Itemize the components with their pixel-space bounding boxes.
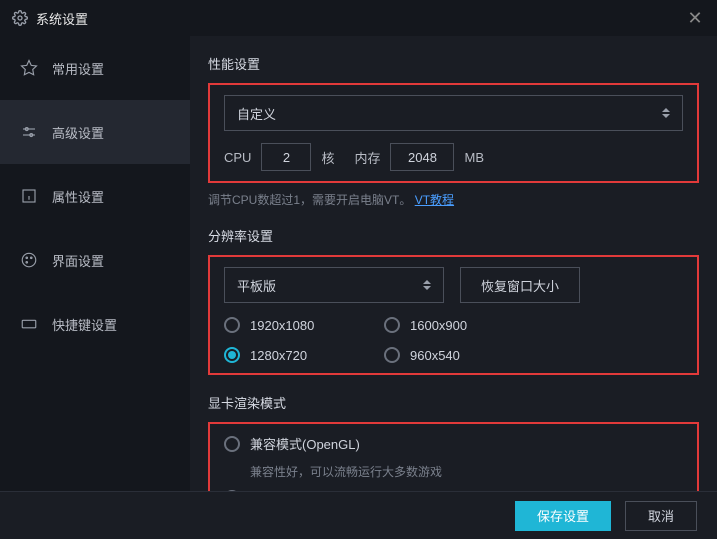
radio-icon	[224, 317, 240, 333]
sidebar-item-label: 快捷键设置	[52, 315, 117, 334]
gear-icon	[12, 10, 28, 26]
section-render: 显卡渲染模式 兼容模式(OpenGL)兼容性好，可以流畅运行大多数游戏增强兼容模…	[208, 393, 699, 491]
radio-label: 1920x1080	[250, 318, 314, 333]
sliders-icon	[20, 123, 38, 141]
mem-input[interactable]	[390, 143, 454, 171]
save-button[interactable]: 保存设置	[515, 501, 611, 531]
section-performance: 性能设置 自定义 CPU 核 内存 MB 调节CPU数超过1，需要开启电脑VT。…	[208, 54, 699, 208]
radio-label: 1280x720	[250, 348, 307, 363]
content: 性能设置 自定义 CPU 核 内存 MB 调节CPU数超过1，需要开启电脑VT。…	[190, 36, 717, 491]
highlight-box: 平板版 恢复窗口大小 1920x1080 1600x900 1280x720 960x…	[208, 255, 699, 375]
palette-icon	[20, 251, 38, 269]
keyboard-icon	[20, 315, 38, 333]
sidebar-item-label: 常用设置	[52, 59, 104, 78]
mem-unit: MB	[464, 150, 484, 165]
sidebar-item-label: 属性设置	[52, 187, 104, 206]
info-icon	[20, 187, 38, 205]
chevron-updown-icon	[423, 280, 431, 290]
resolution-option[interactable]: 960x540	[384, 347, 544, 363]
cpu-input[interactable]	[261, 143, 311, 171]
radio-icon	[384, 347, 400, 363]
sidebar-item-label: 高级设置	[52, 123, 104, 142]
highlight-box: 自定义 CPU 核 内存 MB	[208, 83, 699, 183]
sidebar-item-shortcuts[interactable]: 快捷键设置	[0, 292, 190, 356]
section-title: 性能设置	[208, 54, 699, 73]
reset-window-button[interactable]: 恢复窗口大小	[460, 267, 580, 303]
sidebar: 常用设置 高级设置 属性设置 界面设置 快捷键设置	[0, 36, 190, 491]
radio-label: 960x540	[410, 348, 460, 363]
cancel-button[interactable]: 取消	[625, 501, 697, 531]
section-title: 显卡渲染模式	[208, 393, 699, 412]
cpu-label: CPU	[224, 150, 251, 165]
radio-icon	[224, 436, 240, 452]
radio-icon	[384, 317, 400, 333]
resolution-option[interactable]: 1280x720	[224, 347, 384, 363]
sidebar-item-properties[interactable]: 属性设置	[0, 164, 190, 228]
vt-tutorial-link[interactable]: VT教程	[415, 193, 454, 207]
select-value: 平板版	[237, 276, 276, 295]
perf-preset-select[interactable]: 自定义	[224, 95, 683, 131]
radio-label: 1600x900	[410, 318, 467, 333]
chevron-updown-icon	[662, 108, 670, 118]
titlebar: 系统设置 ✕	[0, 0, 717, 36]
cpu-unit: 核	[321, 148, 334, 167]
highlight-box: 兼容模式(OpenGL)兼容性好，可以流畅运行大多数游戏增强兼容模式Beta (…	[208, 422, 699, 491]
resolution-mode-select[interactable]: 平板版	[224, 267, 444, 303]
resolution-option[interactable]: 1920x1080	[224, 317, 384, 333]
star-icon	[20, 59, 38, 77]
select-value: 自定义	[237, 104, 276, 123]
sidebar-item-label: 界面设置	[52, 251, 104, 270]
close-icon[interactable]: ✕	[685, 8, 705, 28]
radio-icon	[224, 347, 240, 363]
render-mode-desc: 兼容性好，可以流畅运行大多数游戏	[250, 463, 683, 480]
window-title: 系统设置	[36, 9, 685, 28]
sidebar-item-advanced[interactable]: 高级设置	[0, 100, 190, 164]
sidebar-item-interface[interactable]: 界面设置	[0, 228, 190, 292]
radio-label: 兼容模式(OpenGL)	[250, 434, 360, 453]
resolution-option[interactable]: 1600x900	[384, 317, 544, 333]
section-resolution: 分辨率设置 平板版 恢复窗口大小 1920x1080 1600x900 1280x7…	[208, 226, 699, 375]
sidebar-item-common[interactable]: 常用设置	[0, 36, 190, 100]
render-mode-option[interactable]: 兼容模式(OpenGL)	[224, 434, 683, 453]
footer: 保存设置 取消	[0, 491, 717, 539]
mem-label: 内存	[354, 148, 380, 167]
section-title: 分辨率设置	[208, 226, 699, 245]
perf-hint: 调节CPU数超过1，需要开启电脑VT。 VT教程	[208, 191, 699, 208]
